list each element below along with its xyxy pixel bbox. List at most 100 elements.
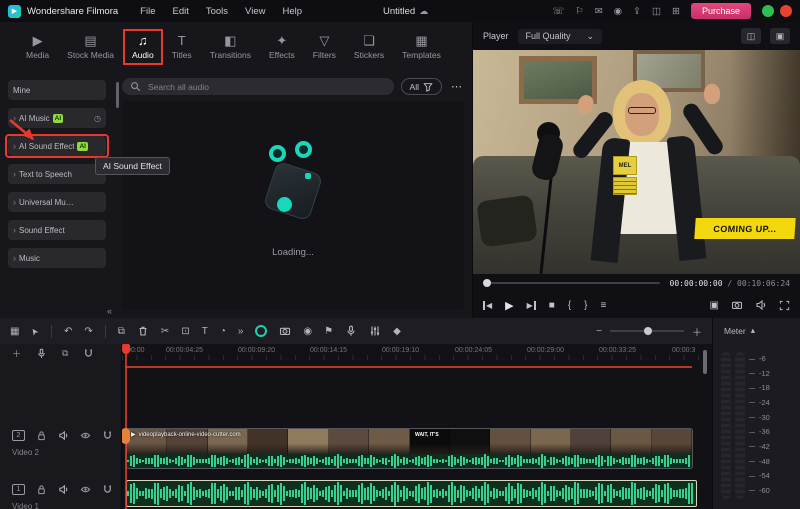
menu-edit[interactable]: Edit xyxy=(172,6,188,17)
delete-button[interactable] xyxy=(137,325,149,337)
lock-icon[interactable] xyxy=(36,484,47,495)
meter-header[interactable]: Meter ▴ xyxy=(724,325,755,336)
timeline-scrollbar[interactable] xyxy=(703,350,707,374)
text-tool-button[interactable]: T xyxy=(202,326,208,337)
crop-button[interactable]: ⊡ xyxy=(181,326,189,337)
purchase-button[interactable]: Purchase xyxy=(690,3,751,19)
cloud-sync-icon[interactable]: ☁ xyxy=(419,6,428,17)
lock-icon[interactable] xyxy=(36,430,47,441)
audio-mixer-button[interactable] xyxy=(369,325,381,337)
playhead[interactable] xyxy=(122,344,130,509)
zoom-in-button[interactable]: ＋ xyxy=(692,324,702,339)
search-box[interactable] xyxy=(122,78,394,95)
previous-frame-button[interactable]: ◀ xyxy=(483,300,492,310)
undo-button[interactable]: ↶ xyxy=(64,326,72,337)
menu-view[interactable]: View xyxy=(245,6,265,17)
hide-icon[interactable] xyxy=(80,484,91,495)
compare-view-button[interactable]: ◫ xyxy=(741,28,761,44)
timeline-ruler[interactable]: 00:00 00:00:04:25 00:00:09:20 00:00:14:1… xyxy=(122,344,712,360)
project-name[interactable]: Untitled xyxy=(383,6,415,17)
speed-button[interactable]: ◔ xyxy=(220,326,226,337)
menu-help[interactable]: Help xyxy=(282,6,302,17)
playhead-handle[interactable] xyxy=(122,428,130,444)
video-preview[interactable]: MEL COMING UP... xyxy=(473,50,800,274)
voiceover-button[interactable] xyxy=(345,325,357,337)
camera-snapshot-button[interactable] xyxy=(731,299,743,311)
more-tools-button[interactable]: » xyxy=(238,326,244,337)
audio-clip[interactable] xyxy=(126,480,697,507)
filter-all-button[interactable]: All xyxy=(400,78,442,95)
history-icon[interactable]: ◷ xyxy=(94,114,101,123)
tab-stock-media[interactable]: ▤ Stock Media xyxy=(61,31,120,63)
mini-player-button[interactable]: ▣ xyxy=(770,28,790,44)
add-track-icon[interactable]: ＋ xyxy=(12,347,21,360)
tab-audio[interactable]: ♫ Audio xyxy=(122,29,163,65)
ai-sound-effect-tooltip: AI Sound Effect xyxy=(95,157,170,175)
chroma-key-button[interactable] xyxy=(279,325,291,337)
menu-tools[interactable]: Tools xyxy=(206,6,228,17)
split-button[interactable]: ✂ xyxy=(161,326,169,337)
sidebar-item-sound-effect[interactable]: › Sound Effect xyxy=(8,220,106,240)
user-avatar[interactable] xyxy=(762,5,774,17)
export-icon[interactable]: ⇪ xyxy=(633,6,641,17)
magnet-icon[interactable] xyxy=(102,484,113,495)
zoom-out-button[interactable]: − xyxy=(596,326,602,337)
meter-collapse-icon[interactable]: ▴ xyxy=(751,325,755,336)
link-clips-icon[interactable]: ⧉ xyxy=(62,348,68,359)
mute-icon[interactable] xyxy=(58,484,69,495)
playhead-marker[interactable] xyxy=(122,344,130,354)
workspace-layout-icon[interactable]: ◫ xyxy=(652,6,661,17)
mark-in-button[interactable]: { xyxy=(568,300,571,311)
record-screen-button[interactable]: ◉ xyxy=(303,326,312,337)
level-menu-button[interactable]: ≡ xyxy=(601,300,607,311)
fullscreen-button[interactable] xyxy=(779,300,790,311)
tab-effects[interactable]: ✦ Effects xyxy=(263,31,301,63)
speaker-mute-button[interactable] xyxy=(755,299,767,311)
notification-badge[interactable] xyxy=(780,5,792,17)
media-panel-toggle-icon[interactable]: ▦ xyxy=(10,326,19,337)
video-clip[interactable]: ▶ videoplayback-online-video-cutter.com … xyxy=(126,428,693,469)
mirror-to-phone-icon[interactable]: ☏ xyxy=(552,6,564,17)
tab-filters[interactable]: ▽ Filters xyxy=(307,31,342,63)
more-options-button[interactable]: ⋯ xyxy=(449,80,464,93)
next-frame-button[interactable]: ▶ xyxy=(527,300,536,310)
keyframe-button[interactable]: ◆ xyxy=(393,326,401,337)
voiceover-track-icon[interactable] xyxy=(36,348,47,359)
sidebar-item-universal-music[interactable]: › Universal Music xyxy=(8,192,106,212)
sidebar-collapse-button[interactable]: « xyxy=(107,306,112,316)
sidebar-item-music[interactable]: › Music xyxy=(8,248,106,268)
tab-media[interactable]: ▶ Media xyxy=(20,31,55,63)
roll-edit-button[interactable]: ⧉ xyxy=(118,326,125,337)
search-input[interactable] xyxy=(146,80,386,93)
tab-templates[interactable]: ▦ Templates xyxy=(396,31,447,63)
zoom-slider[interactable] xyxy=(610,327,684,335)
sidebar-scrollbar[interactable] xyxy=(116,82,119,108)
magnet-icon[interactable] xyxy=(102,430,113,441)
quality-select[interactable]: Full Quality ⌄ xyxy=(517,28,603,44)
zoom-knob[interactable] xyxy=(644,327,652,335)
mute-icon[interactable] xyxy=(58,430,69,441)
magnet-snap-icon[interactable] xyxy=(83,348,94,359)
mark-out-button[interactable]: } xyxy=(584,300,587,311)
whats-new-icon[interactable]: ⚐ xyxy=(575,6,584,17)
redo-button[interactable]: ↷ xyxy=(84,326,92,337)
select-tool-icon[interactable]: ➤ xyxy=(29,325,42,337)
stop-button[interactable]: ■ xyxy=(549,300,555,311)
menu-file[interactable]: File xyxy=(140,6,155,17)
ai-feature-button[interactable] xyxy=(255,325,268,337)
tab-titles[interactable]: T Titles xyxy=(166,31,198,63)
sidebar-item-text-to-speech[interactable]: › Text to Speech xyxy=(8,164,106,184)
hide-icon[interactable] xyxy=(80,430,91,441)
timeline-tracks[interactable]: 00:00 00:00:04:25 00:00:09:20 00:00:14:1… xyxy=(122,344,712,509)
snapshot-frame-button[interactable]: ▣ xyxy=(710,300,719,311)
feedback-icon[interactable]: ✉ xyxy=(595,6,603,17)
screen-record-icon[interactable]: ◉ xyxy=(614,6,622,17)
marker-button[interactable]: ⚑ xyxy=(324,326,333,337)
progress-slider[interactable] xyxy=(483,279,660,287)
progress-knob[interactable] xyxy=(483,279,491,287)
tab-stickers[interactable]: ❏ Stickers xyxy=(348,31,390,63)
play-button[interactable]: ▶ xyxy=(505,299,513,312)
apps-grid-icon[interactable]: ⊞ xyxy=(672,6,680,17)
sidebar-item-mine[interactable]: Mine xyxy=(8,80,106,100)
tab-transitions[interactable]: ◧ Transitions xyxy=(204,31,257,63)
